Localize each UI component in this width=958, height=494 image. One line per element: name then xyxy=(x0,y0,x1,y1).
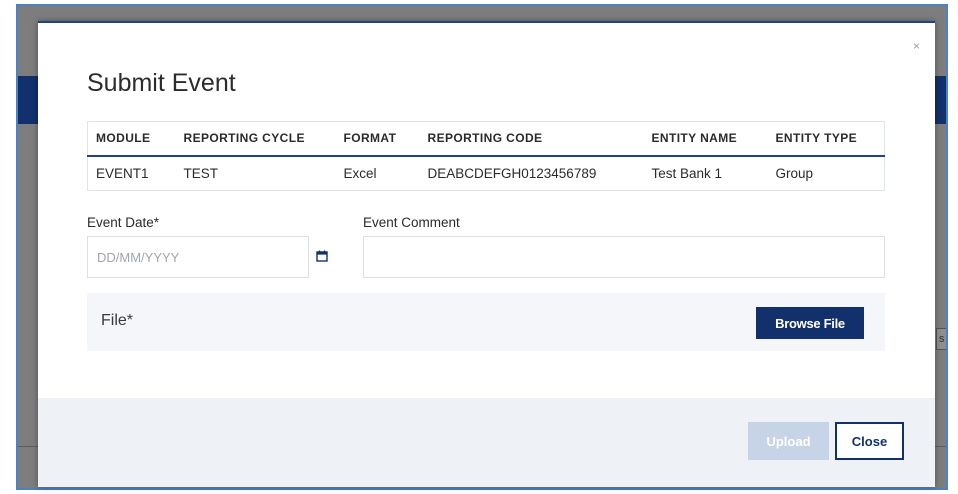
cell-reporting-code: DEABCDEFGH0123456789 xyxy=(427,165,597,181)
cell-reporting-cycle: TEST xyxy=(183,165,219,181)
cell-entity-type: Group xyxy=(775,165,814,181)
event-details-table: MODULE REPORTING CYCLE FORMAT REPORTING … xyxy=(87,121,885,191)
table-row: EVENT1 TEST Excel DEABCDEFGH0123456789 T… xyxy=(88,156,885,191)
upload-button[interactable]: Upload xyxy=(748,422,829,460)
column-header-format: FORMAT xyxy=(335,121,420,157)
file-label: File* xyxy=(101,312,134,329)
cell-entity-name: Test Bank 1 xyxy=(651,165,723,181)
file-upload-row: File* Browse File xyxy=(87,293,885,351)
submit-event-modal: × Submit Event MODULE REPORTING CYCLE FO… xyxy=(38,21,935,487)
close-button[interactable]: Close xyxy=(835,422,904,460)
column-header-entity-type: ENTITY TYPE xyxy=(767,121,885,157)
column-header-reporting-code: REPORTING CODE xyxy=(419,121,644,157)
column-header-reporting-cycle: REPORTING CYCLE xyxy=(175,121,336,157)
event-date-label-text: Event Date xyxy=(87,215,154,230)
event-comment-label: Event Comment xyxy=(363,215,460,230)
modal-footer: Upload Close xyxy=(38,398,935,487)
browse-file-button[interactable]: Browse File xyxy=(756,307,864,339)
calendar-icon[interactable] xyxy=(316,250,328,262)
cell-format: Excel xyxy=(343,165,377,181)
modal-top-border xyxy=(38,21,935,23)
column-header-entity-name: ENTITY NAME xyxy=(643,121,768,157)
table-header-row: MODULE REPORTING CYCLE FORMAT REPORTING … xyxy=(87,121,885,157)
close-icon[interactable]: × xyxy=(913,39,920,53)
column-header-module: MODULE xyxy=(87,121,176,157)
background-partial-button: s xyxy=(936,328,946,350)
event-date-input[interactable] xyxy=(87,236,309,278)
event-date-label: Event Date* xyxy=(87,215,159,230)
modal-title: Submit Event xyxy=(87,69,236,97)
required-marker: * xyxy=(153,215,160,230)
event-comment-input[interactable] xyxy=(363,236,885,278)
cell-module: EVENT1 xyxy=(96,165,149,181)
